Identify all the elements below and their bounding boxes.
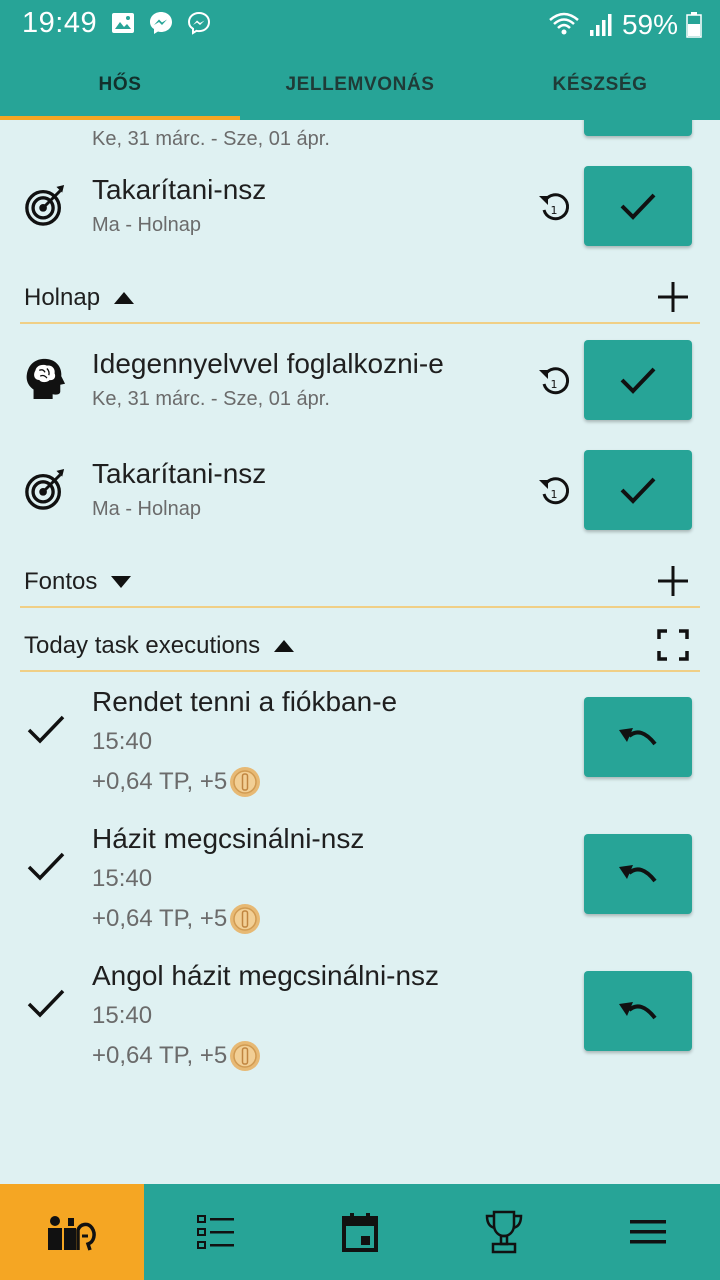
- fullscreen-icon[interactable]: [656, 628, 690, 662]
- execution-row: Angol házit megcsinálni-nsz 15:40 +0,64 …: [0, 960, 720, 1080]
- add-icon[interactable]: [656, 280, 690, 314]
- task-list-icon: [197, 1215, 234, 1249]
- undo-button[interactable]: [584, 971, 692, 1051]
- signal-icon: [589, 14, 612, 36]
- undo-icon: [619, 865, 657, 883]
- tab-jellemvonas-label: JELLEMVONÁS: [285, 74, 435, 95]
- execution-title: Házit megcsinálni-nsz: [92, 823, 365, 854]
- target-icon: [25, 468, 65, 510]
- complete-button[interactable]: [584, 450, 692, 530]
- check-icon: [620, 477, 656, 504]
- tab-bar: HŐS JELLEMVONÁS KÉSZSÉG: [0, 50, 720, 120]
- hero-icon: [48, 1216, 96, 1251]
- tab-jellemvonas[interactable]: JELLEMVONÁS: [240, 50, 480, 120]
- task-title: Takarítani-nsz: [92, 174, 267, 205]
- status-time: 19:49: [22, 7, 98, 39]
- task-row[interactable]: Takarítani-nsz Ma - Holnap 1: [0, 166, 720, 246]
- task-row[interactable]: Idegennyelvvel foglalkozni-e Ke, 31 márc…: [0, 340, 720, 420]
- section-fontos: Fontos: [20, 556, 700, 608]
- add-icon[interactable]: [656, 564, 690, 598]
- execution-reward: +0,64 TP, +5: [92, 1040, 261, 1072]
- tab-hos[interactable]: HŐS: [0, 50, 240, 120]
- tab-keszseg[interactable]: KÉSZSÉG: [480, 50, 720, 120]
- image-icon: [112, 13, 134, 33]
- execution-reward: +0,64 TP, +5: [92, 903, 261, 935]
- tab-keszseg-label: KÉSZSÉG: [552, 74, 648, 95]
- section-executions: Today task executions: [20, 620, 700, 672]
- repeat-once-icon: 1: [539, 193, 570, 221]
- execution-reward: +0,64 TP, +5: [92, 766, 261, 798]
- task-list[interactable]: Ke, 31 márc. - Sze, 01 ápr. Takarítani-n…: [0, 120, 720, 1184]
- nav-calendar[interactable]: [288, 1184, 432, 1280]
- task-dates: Ma - Holnap: [92, 214, 201, 236]
- nav-menu[interactable]: [576, 1184, 720, 1280]
- task-row[interactable]: Takarítani-nsz Ma - Holnap 1: [0, 450, 720, 530]
- check-icon: [620, 367, 656, 394]
- caret-up-icon: [274, 640, 295, 652]
- trophy-icon: [485, 1210, 523, 1254]
- caret-down-icon: [111, 576, 132, 588]
- repeat-once-icon: 1: [539, 477, 570, 505]
- section-title: Today task executions: [24, 632, 261, 659]
- messenger-icon: [150, 12, 172, 34]
- task-dates: Ke, 31 márc. - Sze, 01 ápr.: [92, 128, 330, 150]
- menu-icon: [630, 1220, 666, 1244]
- done-check-icon: [27, 989, 65, 1018]
- svg-text:1: 1: [551, 488, 558, 501]
- tab-hos-label: HŐS: [98, 74, 142, 95]
- target-icon: [25, 184, 65, 226]
- execution-time: 15:40: [92, 1002, 153, 1029]
- complete-button[interactable]: [584, 166, 692, 246]
- execution-title: Angol házit megcsinálni-nsz: [92, 960, 440, 991]
- check-icon: [620, 193, 656, 220]
- execution-time: 15:40: [92, 728, 153, 755]
- repeat-once-icon: 1: [539, 367, 570, 395]
- complete-button[interactable]: [584, 340, 692, 420]
- execution-time: 15:40: [92, 865, 153, 892]
- done-check-icon: [27, 715, 65, 744]
- section-holnap: Holnap: [20, 272, 700, 324]
- execution-row: Házit megcsinálni-nsz 15:40 +0,64 TP, +5: [0, 823, 720, 943]
- task-title: Idegennyelvvel foglalkozni-e: [92, 348, 444, 379]
- done-check-icon: [27, 852, 65, 881]
- execution-title: Rendet tenni a fiókban-e: [92, 686, 398, 717]
- undo-icon: [619, 1002, 657, 1020]
- section-fontos-toggle[interactable]: Fontos: [24, 568, 132, 596]
- coin-icon: [230, 904, 261, 934]
- svg-text:1: 1: [551, 204, 558, 217]
- section-holnap-toggle[interactable]: Holnap: [24, 284, 135, 312]
- coin-icon: [230, 767, 261, 797]
- reward-text: +0,64 TP, +5: [92, 1042, 228, 1069]
- complete-button[interactable]: [584, 120, 692, 136]
- undo-button[interactable]: [584, 697, 692, 777]
- brain-head-icon: [26, 358, 66, 400]
- battery-percent: 59%: [621, 9, 678, 40]
- messenger-outline-icon: [187, 11, 211, 35]
- task-dates: Ke, 31 márc. - Sze, 01 ápr.: [92, 388, 330, 410]
- task-title: Takarítani-nsz: [92, 458, 267, 489]
- caret-up-icon: [114, 292, 135, 304]
- execution-row: Rendet tenni a fiókban-e 15:40 +0,64 TP,…: [0, 686, 720, 806]
- nav-tasks[interactable]: [144, 1184, 288, 1280]
- calendar-icon: [342, 1213, 378, 1252]
- bottom-nav: [0, 1184, 720, 1280]
- wifi-icon: [549, 12, 579, 35]
- nav-hero[interactable]: [0, 1184, 144, 1280]
- nav-achievements[interactable]: [432, 1184, 576, 1280]
- undo-button[interactable]: [584, 834, 692, 914]
- section-executions-toggle[interactable]: Today task executions: [24, 632, 295, 660]
- task-row-partial[interactable]: Ke, 31 márc. - Sze, 01 ápr.: [0, 120, 720, 160]
- undo-icon: [619, 728, 657, 746]
- status-bar: 19:49 59%: [0, 0, 720, 50]
- section-title: Holnap: [24, 284, 101, 311]
- section-title: Fontos: [24, 568, 98, 595]
- coin-icon: [230, 1041, 261, 1071]
- battery-icon: [686, 12, 702, 38]
- task-dates: Ma - Holnap: [92, 498, 201, 520]
- reward-text: +0,64 TP, +5: [92, 768, 228, 795]
- reward-text: +0,64 TP, +5: [92, 905, 228, 932]
- svg-text:1: 1: [551, 378, 558, 391]
